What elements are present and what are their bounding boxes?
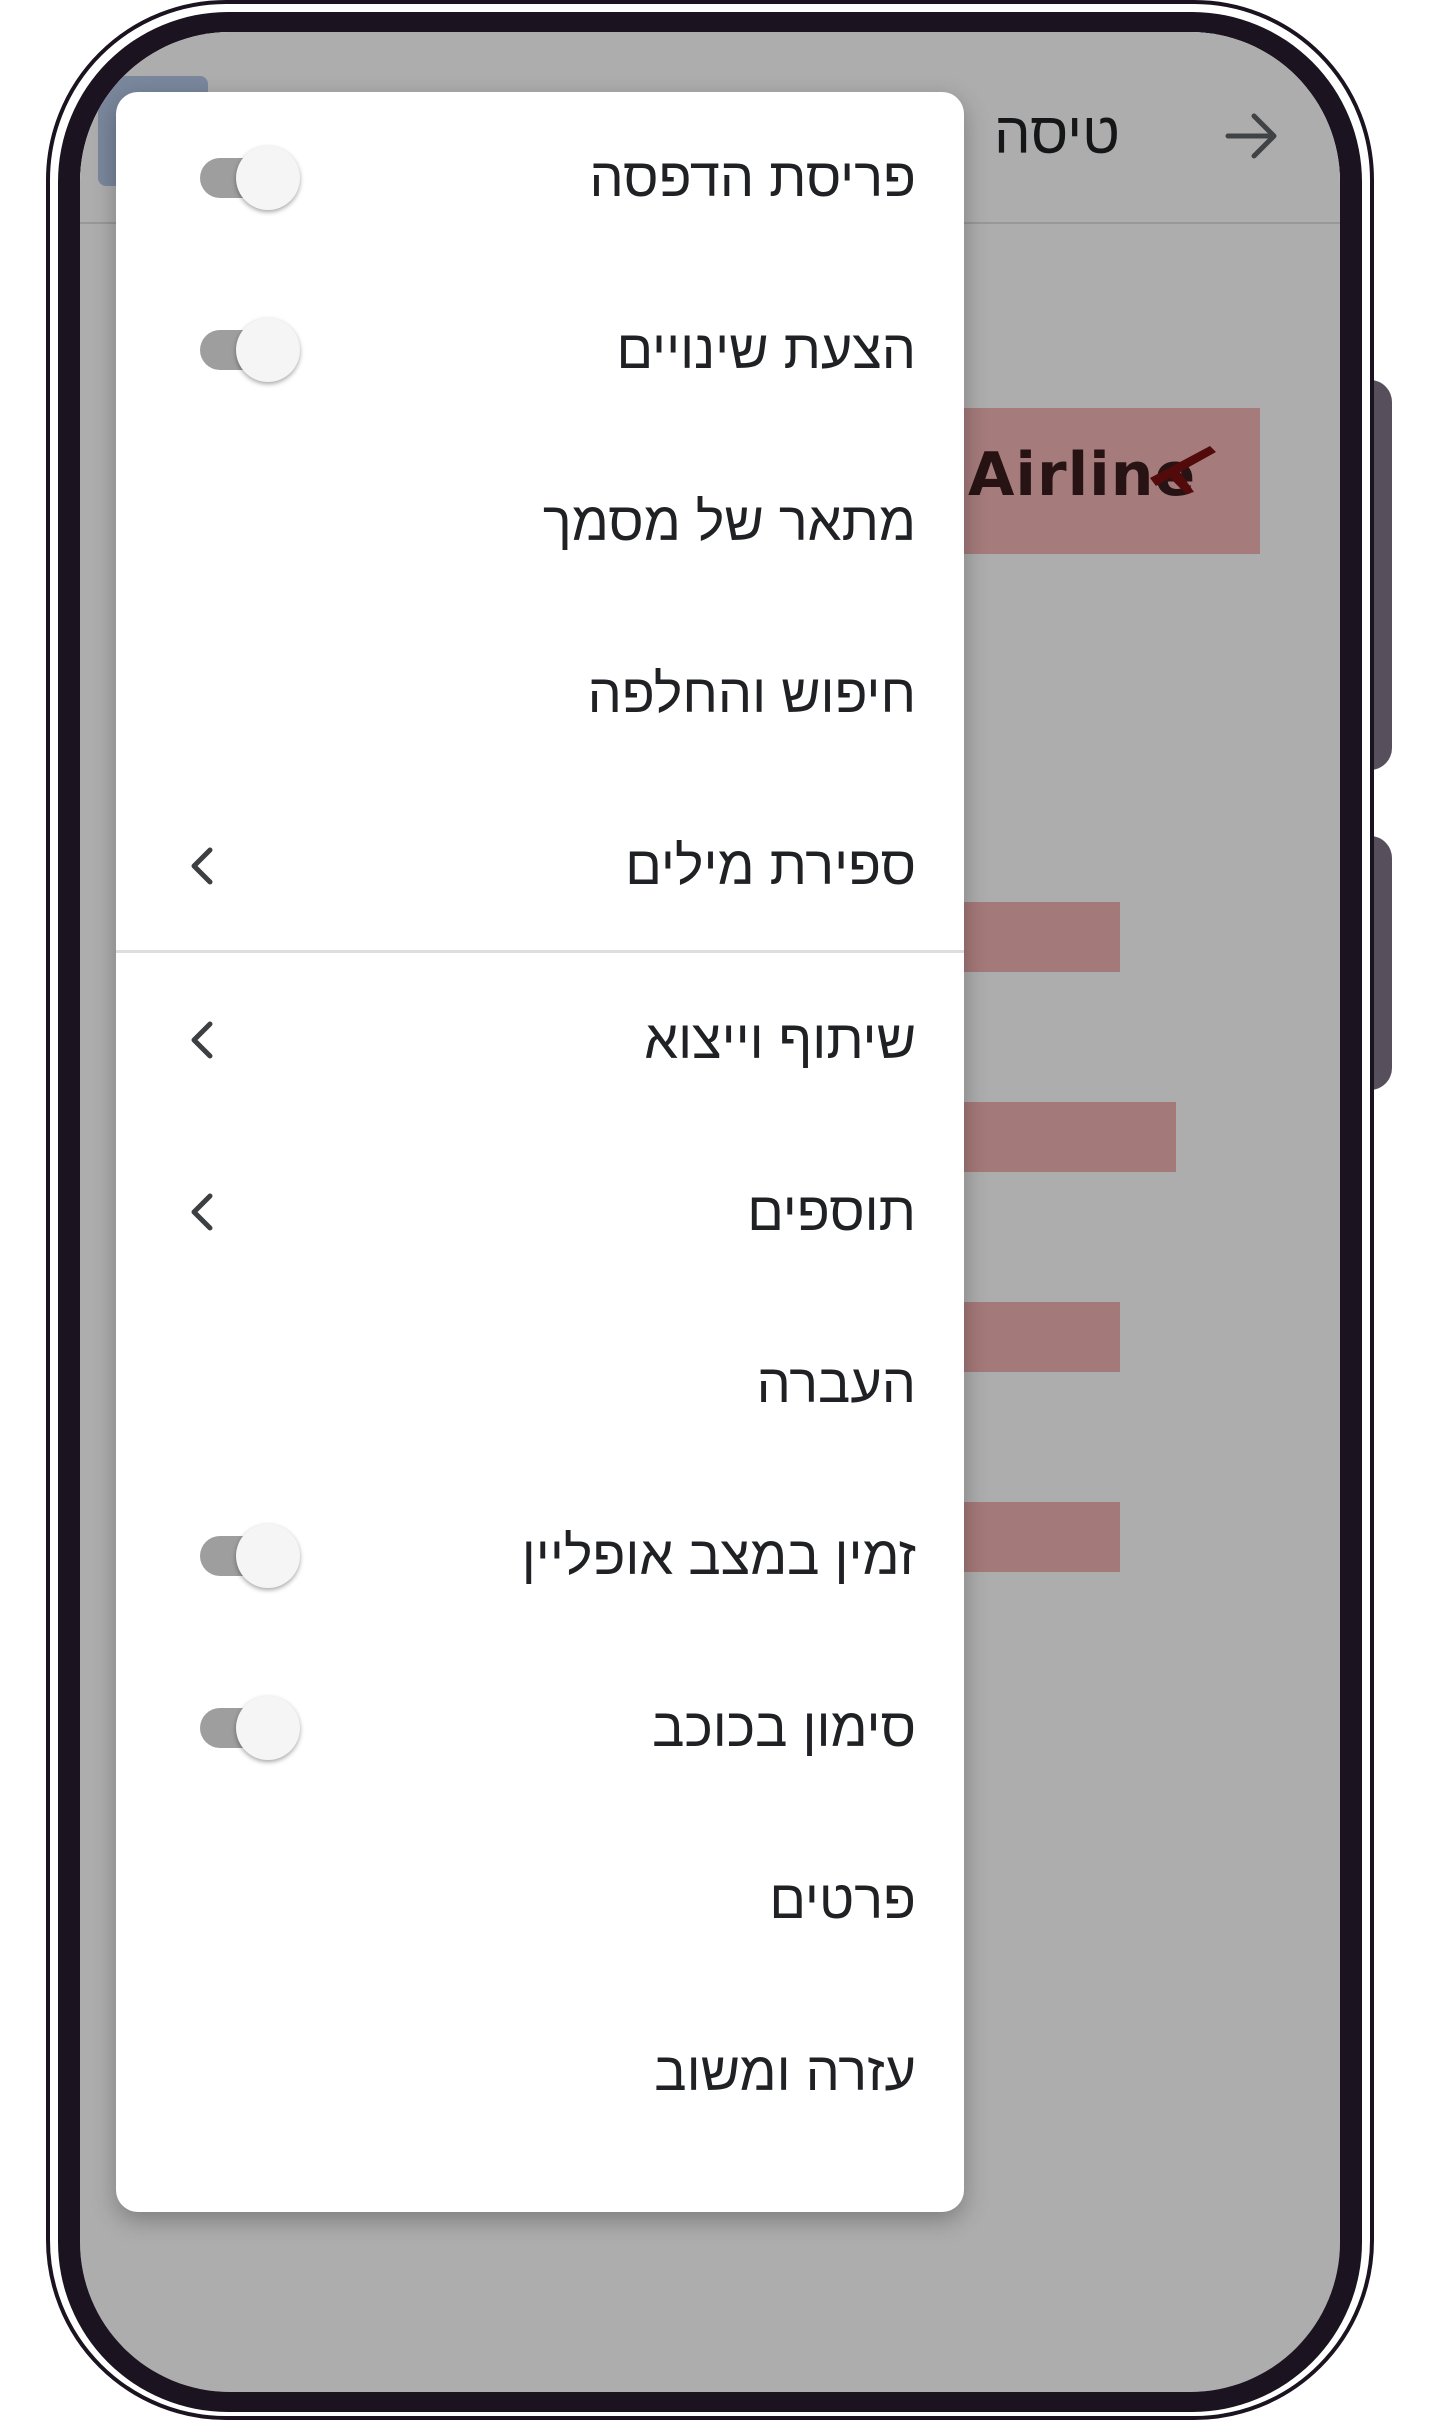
- menu-item-label: תוספים: [747, 1182, 916, 1242]
- menu-item-label: פריסת הדפסה: [589, 148, 916, 208]
- menu-item-label: סימון בכוכב: [652, 1698, 916, 1758]
- chevron-left-icon: [191, 847, 213, 885]
- menu-item-details[interactable]: פרטים: [116, 1814, 964, 1986]
- toggle-thumb: [236, 1524, 300, 1588]
- toggle-thumb: [236, 146, 300, 210]
- menu-item-label: פרטים: [769, 1870, 916, 1930]
- menu-item-label: שיתוף וייצוא: [644, 1010, 916, 1070]
- menu-item-word-count[interactable]: ספירת מילים: [116, 780, 964, 952]
- menu-item-label: העברה: [756, 1354, 916, 1414]
- star-toggle[interactable]: [200, 1696, 300, 1760]
- suggest-changes-toggle[interactable]: [200, 318, 300, 382]
- menu-item-help-feedback[interactable]: עזרה ומשוב: [116, 1986, 964, 2158]
- menu-item-star[interactable]: סימון בכוכב: [116, 1642, 964, 1814]
- available-offline-toggle[interactable]: [200, 1524, 300, 1588]
- toggle-thumb: [236, 1696, 300, 1760]
- menu-item-share-export[interactable]: שיתוף וייצוא: [116, 954, 964, 1126]
- menu-item-label: עזרה ומשוב: [654, 2042, 916, 2102]
- menu-divider: [116, 950, 964, 953]
- menu-item-move[interactable]: העברה: [116, 1298, 964, 1470]
- menu-item-label: זמין במצב אופליין: [521, 1526, 916, 1586]
- menu-item-label: חיפוש והחלפה: [587, 664, 916, 724]
- overflow-menu: פריסת הדפסה הצעת שינויים מתאר של מסמך חי…: [116, 92, 964, 2212]
- menu-item-label: הצעת שינויים: [616, 320, 916, 380]
- chevron-left-icon: [191, 1193, 213, 1231]
- menu-item-find-replace[interactable]: חיפוש והחלפה: [116, 608, 964, 780]
- phone-screen: טיסה Airline פריסת הדפסה הצעת שינויים מת…: [80, 32, 1340, 2392]
- menu-item-label: מתאר של מסמך: [542, 492, 916, 552]
- print-layout-toggle[interactable]: [200, 146, 300, 210]
- menu-item-add-ons[interactable]: תוספים: [116, 1126, 964, 1298]
- toggle-thumb: [236, 318, 300, 382]
- chevron-left-icon: [191, 1021, 213, 1059]
- menu-item-suggest-changes[interactable]: הצעת שינויים: [116, 264, 964, 436]
- menu-item-label: ספירת מילים: [625, 836, 916, 896]
- menu-item-document-outline[interactable]: מתאר של מסמך: [116, 436, 964, 608]
- menu-item-available-offline[interactable]: זמין במצב אופליין: [116, 1470, 964, 1642]
- menu-item-print-layout[interactable]: פריסת הדפסה: [116, 92, 964, 264]
